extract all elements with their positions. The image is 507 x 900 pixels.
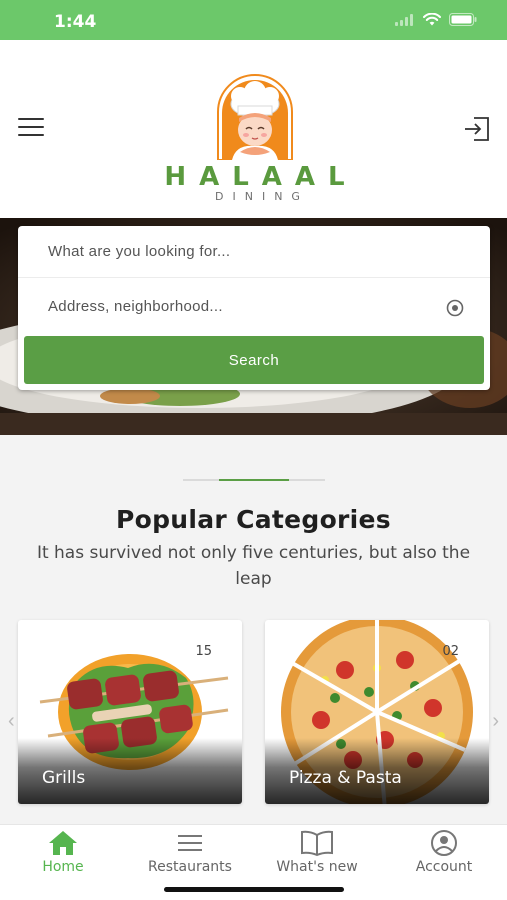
login-icon[interactable] [463,116,491,142]
category-card-grills[interactable]: 15 Grills [18,620,242,804]
section-subtitle: It has survived not only five centuries,… [36,543,471,589]
search-input[interactable] [18,226,490,278]
logo-title: HALAAL [164,162,358,192]
category-label: Grills [42,768,86,788]
nav-label: Home [42,859,84,875]
halaal-dining-logo: HALAAL DINING [150,72,360,203]
category-count: 02 [442,644,459,659]
nav-label: Restaurants [148,859,232,875]
nav-home[interactable]: Home [0,825,126,877]
status-icons [395,13,477,26]
category-count: 15 [195,644,212,659]
wifi-icon [423,13,441,26]
app-header: HALAAL DINING [0,40,507,218]
home-indicator [164,887,344,892]
status-bar: 1:44 [0,0,507,40]
user-icon [431,830,457,856]
battery-icon [449,13,477,26]
hamburger-menu-icon[interactable] [18,118,44,140]
category-label: Pizza & Pasta [289,768,402,788]
address-input[interactable] [18,280,490,332]
search-card: Search [18,226,490,390]
nav-label: Account [415,859,473,875]
hero-banner: Search [0,218,507,435]
home-icon [49,831,77,855]
category-card-pizza-pasta[interactable]: 02 Pizza & Pasta [265,620,489,804]
chef-badge-icon [217,74,293,161]
nav-account[interactable]: Account [381,825,507,877]
locate-icon[interactable] [446,299,464,317]
logo-subtitle: DINING [215,190,309,203]
list-icon [178,835,202,851]
signal-icon [395,13,413,26]
chevron-right-icon[interactable]: › [492,710,499,733]
status-time: 1:44 [54,12,97,32]
book-icon [301,830,333,857]
chevron-left-icon[interactable]: ‹ [8,710,15,733]
section-title: Popular Categories [116,505,391,534]
search-button[interactable]: Search [24,336,484,384]
nav-label: What's new [276,859,358,875]
section-divider [183,479,325,481]
nav-whats-new[interactable]: What's new [254,825,380,877]
nav-restaurants[interactable]: Restaurants [127,825,253,877]
